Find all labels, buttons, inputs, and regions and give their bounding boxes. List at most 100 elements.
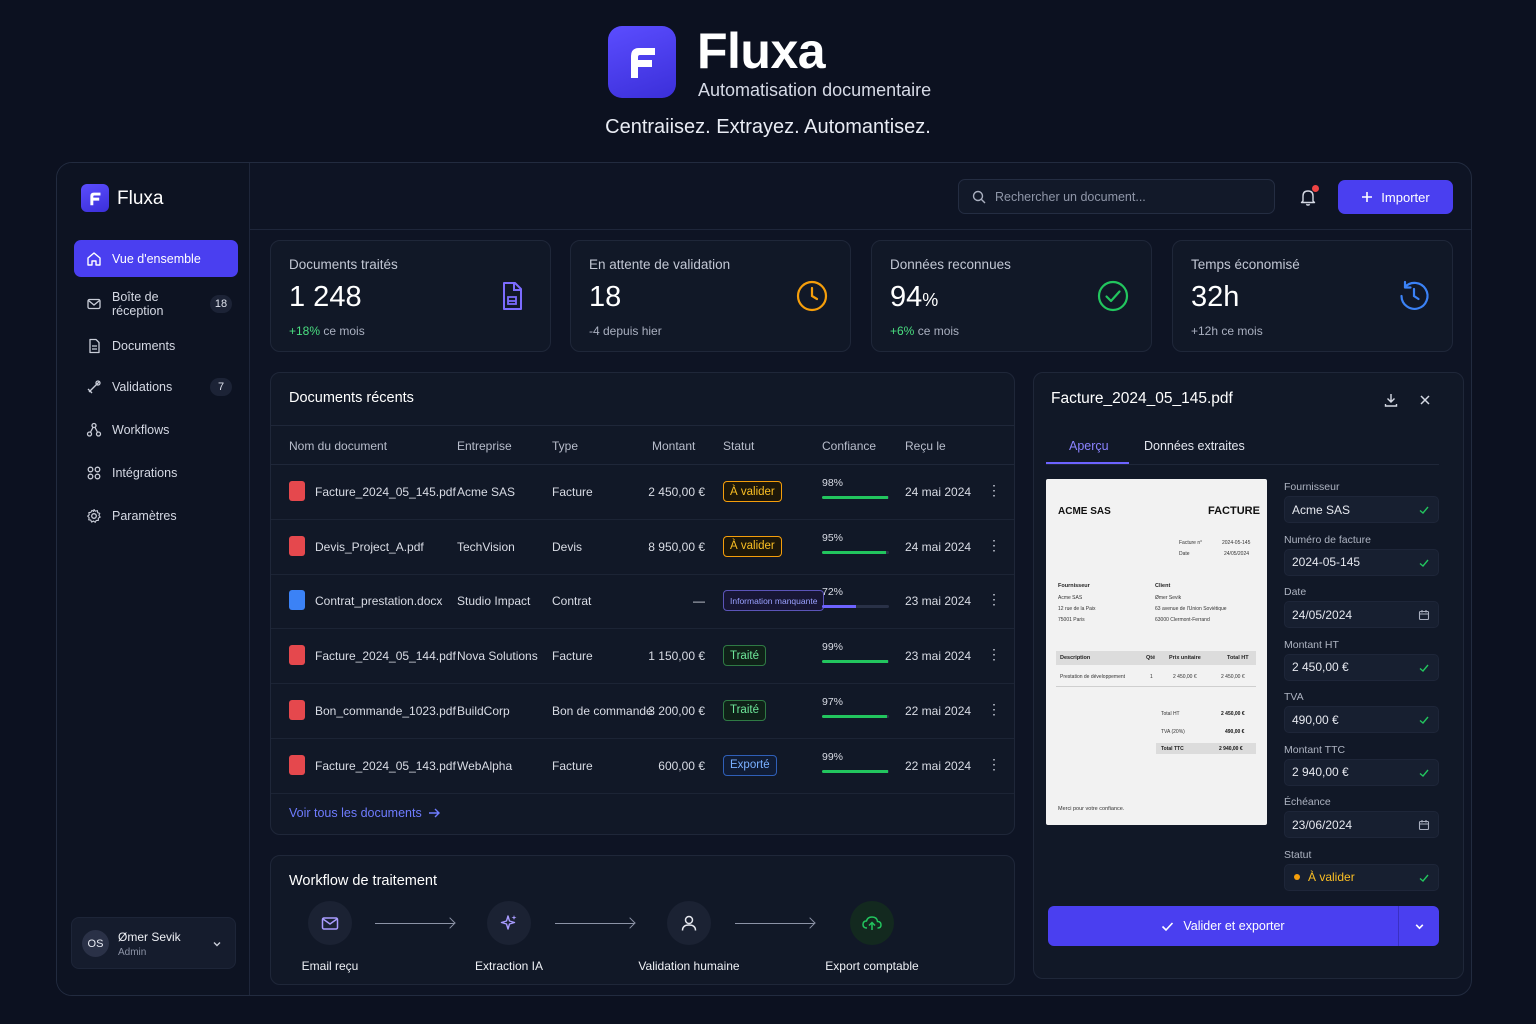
search-input[interactable]	[995, 189, 1255, 204]
user-menu[interactable]: OS Ømer Sevik Admin	[71, 917, 236, 969]
recent-documents-panel: Documents récents Nom du document Entrep…	[270, 372, 1015, 835]
field-input[interactable]: 490,00 €	[1284, 706, 1439, 733]
hero-tagline: Centraiisez. Extrayez. Automantisez.	[605, 116, 931, 138]
pdf-file-icon	[289, 645, 305, 666]
preview-total-value: 2 940,00 €	[1219, 746, 1243, 752]
table-row[interactable]: Contrat_prestation.docx Studio Impact Cont…	[271, 574, 1014, 630]
validate-options-button[interactable]	[1399, 906, 1439, 946]
cloud-upload-icon	[862, 916, 882, 930]
amount-cell: 3 200,00 €	[648, 703, 705, 718]
field-input[interactable]: 24/05/2024	[1284, 601, 1439, 628]
row-menu-icon[interactable]: ⋮	[987, 646, 1001, 663]
table-row[interactable]: Facture_2024_05_143.pdf WebAlpha Facture 60…	[271, 739, 1014, 794]
field-input[interactable]: 2 450,00 €	[1284, 653, 1439, 681]
sidebar-item-validations[interactable]: Validations 7	[74, 368, 238, 405]
pdf-file-icon	[289, 699, 305, 720]
close-icon[interactable]	[1417, 392, 1433, 408]
row-menu-icon[interactable]: ⋮	[987, 756, 1001, 773]
type-cell: Facture	[552, 758, 593, 773]
pdf-file-icon	[289, 535, 305, 556]
field-input[interactable]: 2 940,00 €	[1284, 758, 1439, 786]
workflow-icon	[86, 422, 102, 437]
document-name[interactable]: Facture_2024_05_144.pdf	[315, 649, 456, 663]
received-date: 23 mai 2024	[905, 649, 972, 664]
status-badge: Information manquante	[723, 590, 825, 612]
table-row[interactable]: Devis_Project_A.pdf TechVision Devis 8 950,…	[271, 520, 1014, 575]
sidebar-item-overview[interactable]: Vue d'ensemble	[74, 240, 238, 277]
preview-supplier-line: Acme SAS	[1058, 595, 1083, 601]
preview-supplier-line: 75001 Paris	[1058, 617, 1085, 623]
confidence-bar	[822, 550, 889, 554]
row-menu-icon[interactable]: ⋮	[987, 537, 1001, 554]
sidebar-item-integrations[interactable]: Intégrations	[74, 454, 238, 491]
column-header: Nom du document	[289, 439, 388, 453]
status-badge: À valider	[723, 481, 782, 502]
sidebar-item-documents[interactable]: Documents	[74, 327, 238, 364]
stat-delta: +12h ce mois	[1191, 324, 1263, 338]
field-label: Date	[1284, 586, 1307, 598]
sidebar-logo-icon[interactable]	[81, 184, 109, 212]
fluxa-logo-icon	[631, 48, 655, 78]
download-icon[interactable]	[1383, 392, 1399, 408]
chevron-down-icon	[213, 942, 221, 947]
confidence-bar-fill	[822, 769, 889, 773]
field-input[interactable]: 23/06/2024	[1284, 811, 1439, 838]
confidence-value: 72%	[822, 586, 844, 599]
document-name[interactable]: Contrat_prestation.docx	[315, 594, 442, 608]
field-input[interactable]: À valider	[1284, 863, 1439, 891]
field-input[interactable]: Acme SAS	[1284, 496, 1439, 523]
field-value: 2 940,00 €	[1292, 765, 1349, 779]
document-name[interactable]: Facture_2024_05_145.pdf	[315, 485, 456, 499]
column-header: Statut	[723, 439, 755, 453]
field-value: 2 450,00 €	[1292, 660, 1349, 674]
topbar: Importer	[250, 163, 1471, 230]
app-window: Fluxa Vue d'ensemble Boîte de réception …	[56, 162, 1472, 996]
table-row[interactable]: Facture_2024_05_144.pdf Nova Solutions Fac…	[271, 629, 1014, 685]
row-menu-icon[interactable]: ⋮	[987, 701, 1001, 718]
tab-preview[interactable]: Aperçu	[1069, 439, 1109, 453]
table-row[interactable]: Bon_commande_1023.pdf BuildCorp Bon de com…	[271, 684, 1014, 739]
tab-extracted-data[interactable]: Données extraites	[1144, 439, 1245, 453]
validate-export-button[interactable]: Valider et exporter	[1048, 906, 1398, 946]
sidebar-item-workflows[interactable]: Workflows	[74, 411, 238, 448]
validate-export-label: Valider et exporter	[1183, 919, 1285, 933]
received-date: 23 mai 2024	[905, 594, 972, 609]
notification-dot	[1312, 185, 1319, 192]
table-row[interactable]: Facture_2024_05_145.pdf Acme SAS Facture 2 …	[271, 465, 1014, 520]
calendar-icon[interactable]	[1418, 609, 1430, 621]
sidebar-item-label: Boîte de réception	[112, 289, 164, 318]
workflow-step-email[interactable]	[308, 901, 352, 945]
preview-table-head: Total HT	[1227, 655, 1249, 661]
confidence-bar-fill	[822, 605, 856, 609]
sidebar-item-settings[interactable]: Paramètres	[74, 497, 238, 534]
company-cell: Acme SAS	[457, 485, 516, 499]
search-box[interactable]	[958, 179, 1275, 214]
workflow-step-export[interactable]	[850, 901, 894, 945]
column-header: Montant	[652, 439, 696, 453]
import-button[interactable]: Importer	[1338, 180, 1453, 214]
workflow-step-validation[interactable]	[667, 901, 711, 945]
workflow-step-extraction[interactable]	[487, 901, 531, 945]
sidebar-item-label: Intégrations	[112, 465, 178, 480]
document-name[interactable]: Devis_Project_A.pdf	[315, 540, 424, 554]
document-name[interactable]: Facture_2024_05_143.pdf	[315, 759, 456, 773]
check-icon	[1419, 874, 1429, 882]
row-menu-icon[interactable]: ⋮	[987, 482, 1001, 499]
confidence-value: 98%	[822, 477, 844, 489]
confidence-bar	[822, 714, 889, 718]
home-icon	[87, 251, 101, 266]
stat-label: Données reconnues	[890, 257, 1011, 272]
stat-card-processed: Documents traités 1 248 +18% ce mois	[270, 240, 551, 352]
calendar-icon[interactable]	[1418, 819, 1430, 831]
document-name[interactable]: Bon_commande_1023.pdf	[315, 704, 456, 718]
sidebar-item-inbox[interactable]: Boîte de réception 18	[74, 285, 238, 322]
amount-cell: 8 950,00 €	[648, 539, 705, 554]
mail-icon	[321, 917, 339, 930]
preview-client-line: 63000 Clermont-Ferrand	[1155, 617, 1210, 623]
stat-card-recognized: Données reconnues 94% +6% ce mois	[871, 240, 1152, 352]
field-label: Montant TTC	[1284, 743, 1346, 756]
row-menu-icon[interactable]: ⋮	[987, 591, 1001, 608]
field-input[interactable]: 2024-05-145	[1284, 548, 1439, 576]
field-label: Échéance	[1284, 796, 1331, 808]
see-all-documents-link[interactable]: Voir tous les documents	[289, 806, 440, 820]
